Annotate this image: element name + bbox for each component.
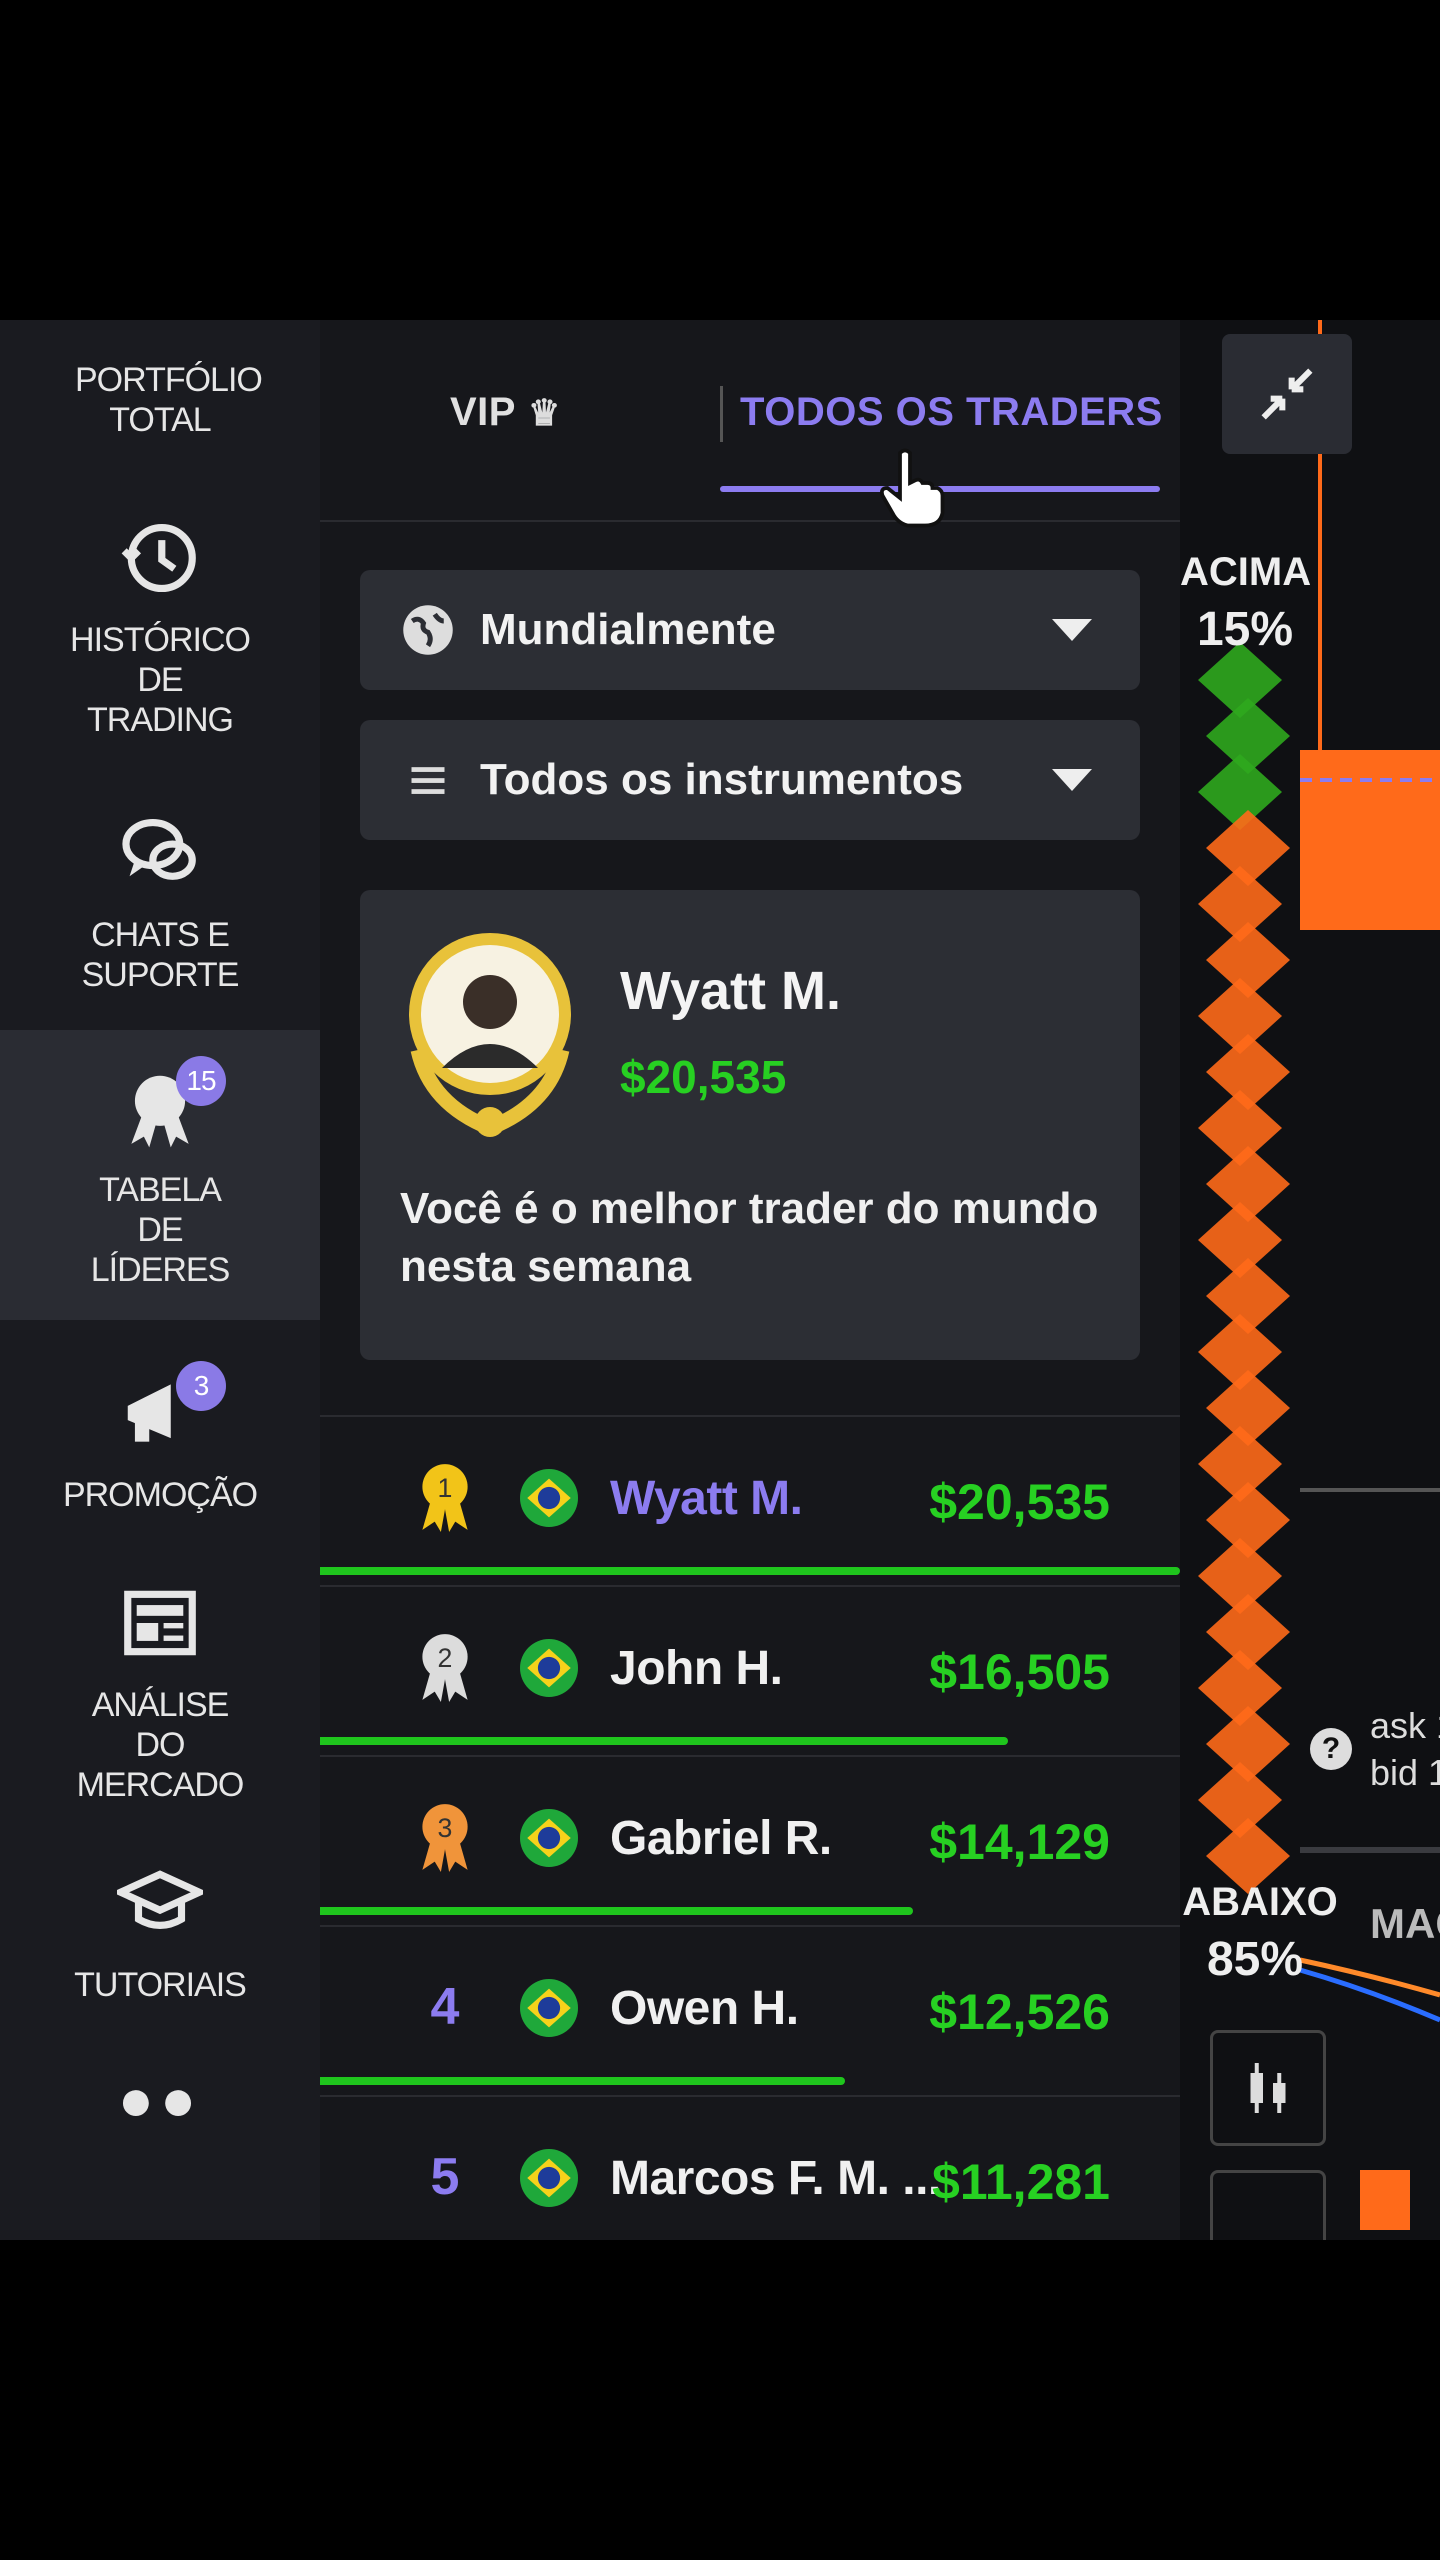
profit-progress-fill xyxy=(320,1907,914,1915)
brazil-flag-icon xyxy=(520,1979,578,2037)
trader-name: Owen H. xyxy=(610,1982,799,2035)
up-label: ACIMA xyxy=(1180,550,1312,594)
megaphone-icon: 3 xyxy=(112,1361,226,1461)
trader-name: John H. xyxy=(610,1642,783,1695)
leaderboard-list: 1 Wyatt M. $20,535 2 John H. $16,505 3 Gabriel … xyxy=(320,1415,1180,2240)
rank-number-label: 4 xyxy=(430,1978,460,2036)
sidebar-item-label: PORTFÓLIO TOTAL xyxy=(75,361,263,439)
sidebar-item-portfolio[interactable]: PORTFÓLIO TOTAL xyxy=(0,320,320,480)
profit-progress-bar xyxy=(320,1567,1180,1575)
down-percentage: 85% xyxy=(1206,1933,1304,1986)
history-clock-icon xyxy=(112,510,208,606)
top-trader-message: Você é o melhor trader do mundo nesta se… xyxy=(400,1184,1099,1291)
chat-bubbles-icon xyxy=(112,805,208,901)
rank-medal-icon: 1 xyxy=(410,1457,480,1537)
sidebar-item-tutorials[interactable]: TUTORIAIS xyxy=(0,1830,320,2030)
leaderboard-row[interactable]: 5 Marcos F. M. ... $11,281 xyxy=(320,2095,1180,2240)
tab-all-traders[interactable]: TODOS OS TRADERS xyxy=(740,390,1163,435)
tab-vip[interactable]: VIP ♛ xyxy=(450,390,561,435)
sidebar-item-promotion[interactable]: 3 PROMOÇÃO xyxy=(0,1330,320,1550)
medal-icon: 15 xyxy=(112,1056,226,1156)
sidebar-item-leaderboard[interactable]: 15 TABELA DE LÍDERES xyxy=(0,1030,320,1320)
ask-price: ask 1.0 xyxy=(1370,1705,1440,1746)
profit-progress-bar xyxy=(320,2077,1180,2085)
collapse-arrows-icon xyxy=(1261,368,1313,420)
rank-medal-icon: 2 xyxy=(410,1627,480,1707)
brazil-flag-icon xyxy=(520,2149,578,2207)
top-trader-amount: $20,535 xyxy=(620,1051,787,1103)
trader-amount: $16,505 xyxy=(929,1644,1110,1700)
svg-text:3: 3 xyxy=(438,1813,453,1843)
top-trader-name: Wyatt M. xyxy=(620,961,842,1021)
rank-number: 5 xyxy=(410,2137,480,2217)
collapse-button[interactable] xyxy=(1222,334,1352,454)
leaderboard-badge: 15 xyxy=(176,1056,226,1106)
left-sidebar: PORTFÓLIO TOTAL HISTÓRICO DE TRADING CHA… xyxy=(0,320,322,2240)
bid-price: bid 1.0 xyxy=(1370,1752,1440,1793)
pointer-hand-icon xyxy=(880,448,945,528)
trader-amount: $20,535 xyxy=(929,1474,1110,1530)
trader-name: Wyatt M. xyxy=(610,1472,803,1525)
globe-icon xyxy=(400,602,456,658)
sidebar-item-label: HISTÓRICO DE TRADING xyxy=(70,621,251,739)
graduation-cap-icon xyxy=(112,1855,208,1951)
leaderboard-row[interactable]: 2 John H. $16,505 xyxy=(320,1585,1180,1755)
top-trader-avatar xyxy=(409,933,571,1137)
down-label: ABAIXO xyxy=(1182,1880,1338,1924)
trader-name: Gabriel R. xyxy=(610,1812,832,1865)
trading-chart: ACIMA 15% ? ask 1.0 bid 1.0 ABAIXO 85% M… xyxy=(1180,320,1440,2240)
trader-amount: $11,281 xyxy=(932,2154,1110,2210)
more-dots-icon: ●● xyxy=(117,2066,203,2133)
sidebar-item-chats-support[interactable]: CHATS E SUPORTE xyxy=(0,770,320,1030)
region-filter-dropdown[interactable]: Mundialmente xyxy=(360,570,1140,690)
rank-number-label: 5 xyxy=(430,2148,460,2206)
trader-amount: $12,526 xyxy=(929,1984,1110,2040)
trader-name: Marcos F. M. ... xyxy=(610,2152,941,2205)
up-percentage: 15% xyxy=(1196,603,1294,656)
top-trader-card: Wyatt M. $20,535 Você é o melhor trader … xyxy=(360,890,1140,1360)
instrument-filter-value: Todos os instrumentos xyxy=(480,755,964,804)
sidebar-item-label: ANÁLISE DO MERCADO xyxy=(76,1686,245,1804)
svg-text:2: 2 xyxy=(438,1643,453,1673)
brazil-flag-icon xyxy=(520,1469,578,1527)
instrument-filter-dropdown[interactable]: Todos os instrumentos xyxy=(360,720,1140,840)
help-icon[interactable]: ? xyxy=(1310,1728,1352,1770)
sidebar-item-label: TUTORIAIS xyxy=(74,1966,247,2004)
trader-amount: $14,129 xyxy=(929,1814,1110,1870)
chevron-down-icon xyxy=(1052,619,1092,641)
rank-medal-icon: 3 xyxy=(410,1797,480,1877)
sidebar-item-label: TABELA DE LÍDERES xyxy=(90,1171,231,1289)
timeframe-button[interactable] xyxy=(1210,2170,1326,2240)
profit-progress-fill xyxy=(320,1737,1008,1745)
leaderboard-panel: VIP ♛ TODOS OS TRADERS Mundialmente Todos… xyxy=(320,320,1180,2240)
rank-number: 4 xyxy=(410,1967,480,2047)
chevron-down-icon xyxy=(1052,769,1092,791)
leaderboard-row[interactable]: 1 Wyatt M. $20,535 xyxy=(320,1415,1180,1585)
leaderboard-row[interactable]: 3 Gabriel R. $14,129 xyxy=(320,1755,1180,1925)
sidebar-item-trading-history[interactable]: HISTÓRICO DE TRADING xyxy=(0,495,320,755)
crown-icon: ♛ xyxy=(527,392,561,433)
macd-indicator-label: MACD ( xyxy=(1370,1900,1440,1947)
svg-text:1: 1 xyxy=(438,1473,453,1503)
sidebar-item-label: CHATS E SUPORTE xyxy=(81,916,240,994)
newspaper-icon xyxy=(112,1575,208,1671)
tab-divider xyxy=(720,386,723,442)
brazil-flag-icon xyxy=(520,1639,578,1697)
promotion-badge: 3 xyxy=(176,1361,226,1411)
brazil-flag-icon xyxy=(520,1809,578,1867)
tab-vip-label: VIP xyxy=(450,390,516,434)
profit-progress-fill xyxy=(320,2077,845,2085)
profit-progress-fill xyxy=(320,1567,1180,1575)
sidebar-item-label: PROMOÇÃO xyxy=(62,1476,258,1514)
profit-progress-bar xyxy=(320,1907,1180,1915)
profit-progress-bar xyxy=(320,1737,1180,1745)
sidebar-more[interactable]: ●● xyxy=(0,2050,320,2150)
region-filter-value: Mundialmente xyxy=(480,605,776,654)
candlestick-icon xyxy=(1250,2063,1286,2113)
list-icon xyxy=(400,752,456,808)
chart-type-button[interactable] xyxy=(1210,2030,1326,2146)
leaderboard-row[interactable]: 4 Owen H. $12,526 xyxy=(320,1925,1180,2095)
leaderboard-tabs: VIP ♛ TODOS OS TRADERS xyxy=(320,320,1180,528)
sidebar-item-market-analysis[interactable]: ANÁLISE DO MERCADO xyxy=(0,1560,320,1820)
